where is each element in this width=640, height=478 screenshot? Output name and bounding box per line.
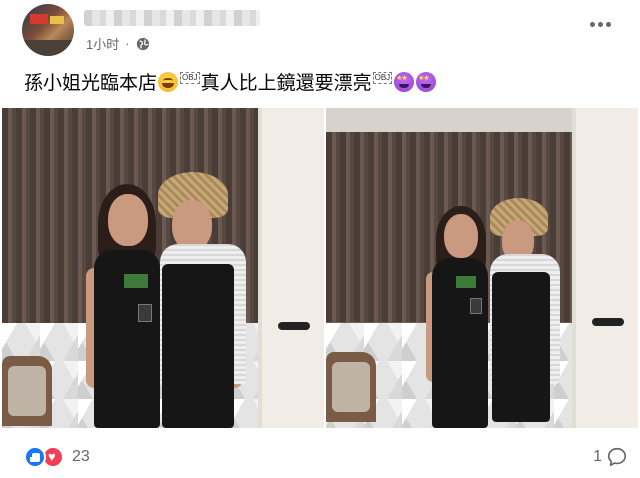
avatar[interactable] [22,4,74,56]
photo-left[interactable] [2,108,324,428]
author-name-blurred[interactable] [84,10,260,26]
chair [2,356,52,426]
avatar-sign-red [30,14,48,24]
comments-summary[interactable]: 1 [593,446,628,468]
post-meta: 1小时 · [86,34,150,53]
caption-text-1: 孫小姐光臨本店 [24,73,158,94]
like-icon [24,446,46,468]
photo-right[interactable] [326,108,638,428]
star-struck-emoji-icon [394,71,415,92]
post-caption: 孫小姐光臨本店 OBJ 真人比上鏡還要漂亮 OBJ [24,68,437,95]
white-door [572,108,638,428]
facebook-post: 1小时 · 孫小姐光臨本店 OBJ 真人比上鏡還要漂亮 OBJ ★★ ★★ ♥ … [0,0,640,478]
globe-icon[interactable] [136,37,150,51]
door-handle [278,322,310,330]
chair [326,352,376,422]
timestamp[interactable]: 1小时 [86,34,119,53]
obj-placeholder-1: OBJ [180,71,200,84]
white-door [258,108,324,428]
grinning-face-emoji-icon [158,71,179,92]
more-horizontal-icon[interactable] [590,18,614,30]
caption-text-2: 真人比上鏡還要漂亮 [200,73,372,94]
comment-count: 1 [593,448,602,465]
door-handle [592,318,624,326]
meta-dot: · [125,36,130,51]
obj-placeholder-2: OBJ [372,71,393,84]
avatar-sign-yellow [50,16,64,24]
reactions-summary[interactable]: 23 [24,446,90,468]
comment-icon [607,447,627,467]
star-struck-emoji-icon [416,71,437,92]
avatar-street [22,40,74,56]
reaction-count: 23 [72,448,90,465]
